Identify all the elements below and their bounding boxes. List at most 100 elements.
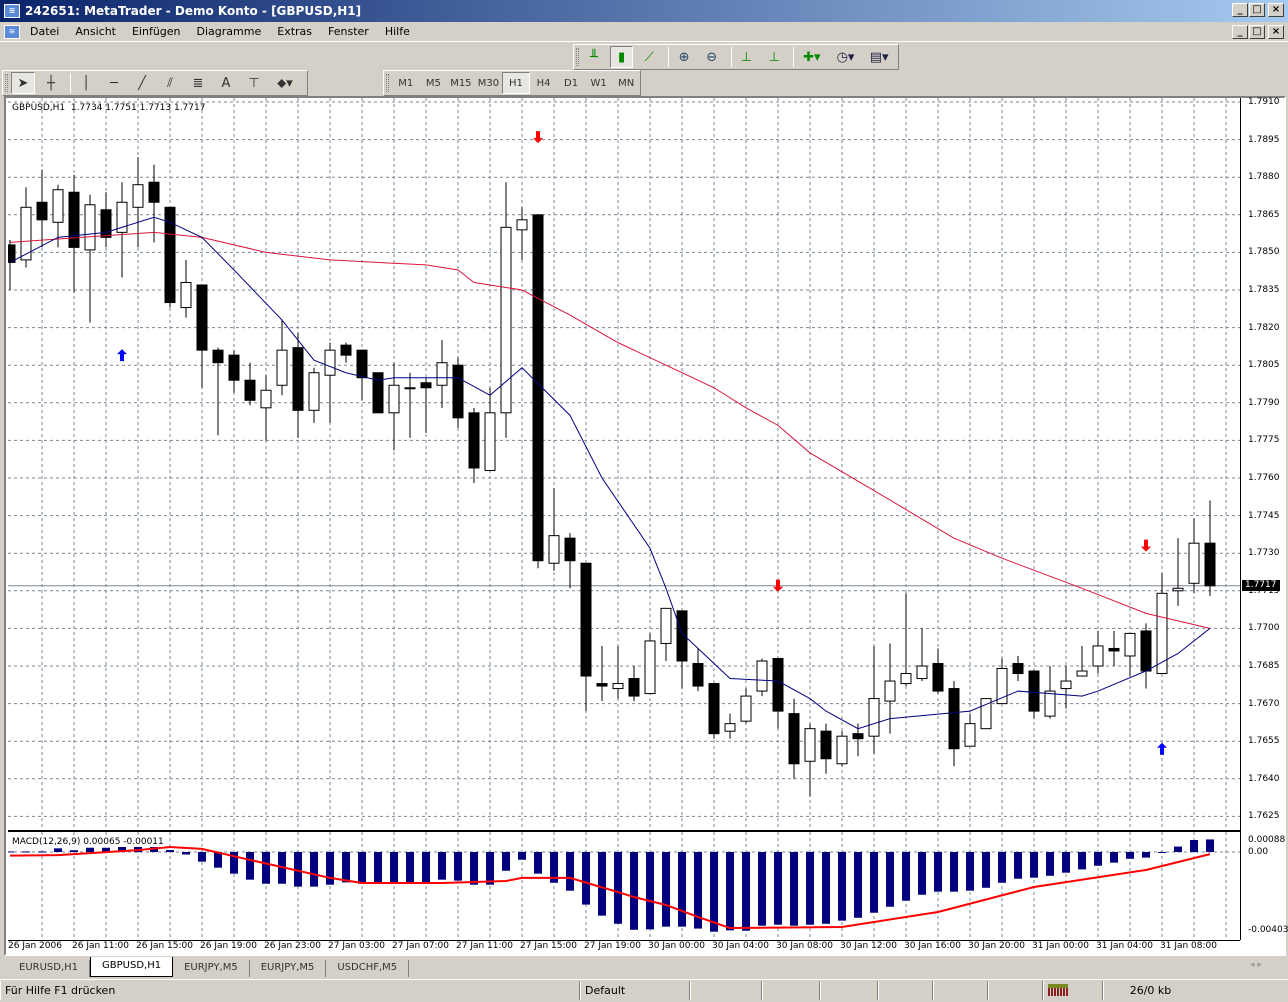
timeframe-m5[interactable]: M5 xyxy=(420,72,448,94)
horizontal-line-icon[interactable]: ─ xyxy=(102,72,126,94)
candle-bull xyxy=(1092,645,1104,667)
chart-symbol: GBPUSD,H1 xyxy=(12,103,66,113)
macd-histogram-bar xyxy=(854,852,862,918)
candle-bear xyxy=(196,284,208,351)
maximize-button[interactable]: □ xyxy=(1249,3,1265,17)
menu-hilfe[interactable]: Hilfe xyxy=(377,25,418,38)
candle-bull xyxy=(260,389,272,409)
timeframe-d1[interactable]: D1 xyxy=(557,72,585,94)
tab-eurjpy-m5[interactable]: EURJPY,M5 xyxy=(173,960,250,977)
macd-histogram-bar xyxy=(502,852,510,871)
candle-bull xyxy=(324,349,336,376)
tab-scroll-arrows[interactable]: ◂ ▸ xyxy=(1250,960,1262,970)
text-label-icon[interactable]: ⊤ xyxy=(242,72,266,94)
macd-chart[interactable] xyxy=(8,832,1240,940)
macd-histogram-bar xyxy=(86,847,94,852)
fibonacci-icon[interactable]: ≣ xyxy=(186,72,210,94)
candle-bull xyxy=(740,695,752,722)
charts-toolbar: ╨ ▮ ⟋ ⊕ ⊖ ⊥ ⊥ ✚▾ ◷▾ ▤▾ xyxy=(573,44,899,70)
macd-histogram-bar xyxy=(630,852,638,930)
candle-bull xyxy=(1076,670,1088,677)
cursor-icon[interactable]: ➤ xyxy=(11,72,35,94)
indicators-icon[interactable]: ✚▾ xyxy=(797,46,827,68)
menu-extras[interactable]: Extras xyxy=(269,25,320,38)
candle-bear xyxy=(372,372,384,414)
macd-histogram-bar xyxy=(662,852,670,927)
mdi-restore-button[interactable]: □ xyxy=(1249,25,1265,39)
tab-eurjpy-m5-2[interactable]: EURJPY,M5 xyxy=(250,960,327,977)
tab-gbpusd-h1[interactable]: GBPUSD,H1 xyxy=(90,957,174,977)
timeframe-h1[interactable]: H1 xyxy=(502,72,530,94)
vertical-line-icon[interactable]: │ xyxy=(74,72,98,94)
equidistant-channel-icon[interactable]: ⫽ xyxy=(158,72,182,94)
timeframe-w1[interactable]: W1 xyxy=(585,72,613,94)
macd-histogram-bar xyxy=(822,852,830,924)
timeframes-toolbar: M1 M5 M15 M30 H1 H4 D1 W1 MN xyxy=(383,70,641,96)
macd-histogram-bar xyxy=(582,852,590,905)
macd-histogram-bar xyxy=(678,852,686,927)
price-axis-label: 1.7880 xyxy=(1248,172,1280,183)
candle-bull xyxy=(52,189,64,223)
tab-eurusd-h1[interactable]: EURUSD,H1 xyxy=(8,960,91,977)
price-axis-label: 1.7730 xyxy=(1248,548,1280,559)
timeframe-m30[interactable]: M30 xyxy=(475,72,503,94)
candle-bear xyxy=(8,244,16,263)
price-chart[interactable] xyxy=(8,98,1240,830)
price-axis-label: 1.7670 xyxy=(1248,698,1280,709)
candle-bear xyxy=(532,214,544,562)
autoscroll-icon[interactable]: ⊥ xyxy=(762,46,786,68)
price-axis-label: 1.7790 xyxy=(1248,397,1280,408)
mdi-close-button[interactable]: × xyxy=(1268,25,1284,39)
timeframe-m1[interactable]: M1 xyxy=(392,72,420,94)
toolbar-grip[interactable] xyxy=(576,48,579,66)
time-axis-label: 31 Jan 04:00 xyxy=(1096,941,1153,951)
time-axis-label: 31 Jan 00:00 xyxy=(1032,941,1089,951)
menu-ansicht[interactable]: Ansicht xyxy=(67,25,124,38)
candle-bull xyxy=(1124,632,1136,657)
zoom-out-icon[interactable]: ⊖ xyxy=(700,46,724,68)
templates-icon[interactable]: ▤▾ xyxy=(864,46,894,68)
macd-histogram-bar xyxy=(742,852,750,931)
toolbar-grip[interactable] xyxy=(5,74,8,92)
text-icon[interactable]: A xyxy=(214,72,238,94)
menu-einfuegen[interactable]: Einfügen xyxy=(124,25,189,38)
macd-histogram-bar xyxy=(406,852,414,884)
candle-bear xyxy=(564,537,576,562)
separator xyxy=(793,47,795,67)
time-axis-label: 27 Jan 07:00 xyxy=(392,941,449,951)
periods-clock-icon[interactable]: ◷▾ xyxy=(831,46,861,68)
timeframe-m15[interactable]: M15 xyxy=(447,72,475,94)
timeframe-h4[interactable]: H4 xyxy=(530,72,558,94)
crosshair-icon[interactable]: ┼ xyxy=(39,72,63,94)
mdi-minimize-button[interactable]: _ xyxy=(1232,25,1248,39)
menu-fenster[interactable]: Fenster xyxy=(320,25,377,38)
menu-datei[interactable]: Datei xyxy=(22,25,67,38)
macd-histogram-bar xyxy=(518,852,526,860)
macd-histogram-bar xyxy=(182,852,190,855)
document-icon[interactable]: ≋ xyxy=(4,24,20,39)
zoom-in-icon[interactable]: ⊕ xyxy=(672,46,696,68)
chart-shift-icon[interactable]: ⊥ xyxy=(735,46,759,68)
candle-bear xyxy=(1140,630,1152,672)
price-axis-label: 1.7805 xyxy=(1248,360,1280,371)
macd-histogram-bar xyxy=(38,851,46,853)
arrows-dropdown-icon[interactable]: ⬥▾ xyxy=(270,72,300,94)
time-axis-label: 30 Jan 08:00 xyxy=(776,941,833,951)
minimize-button[interactable]: _ xyxy=(1232,3,1248,17)
price-axis-label: 1.7625 xyxy=(1248,811,1280,822)
line-chart-icon[interactable]: ⟋ xyxy=(637,46,661,68)
menu-diagramme[interactable]: Diagramme xyxy=(189,25,270,38)
candle-bear xyxy=(68,191,80,248)
macd-histogram-bar xyxy=(454,852,462,881)
close-button[interactable]: × xyxy=(1268,3,1284,17)
bar-chart-icon[interactable]: ╨ xyxy=(582,46,606,68)
macd-histogram-bar xyxy=(886,852,894,907)
price-axis-label: 1.7640 xyxy=(1248,773,1280,784)
tab-usdchf-m5[interactable]: USDCHF,M5 xyxy=(326,960,410,977)
timeframe-mn[interactable]: MN xyxy=(612,72,640,94)
candlestick-chart-icon[interactable]: ▮ xyxy=(609,46,634,68)
time-axis-label: 27 Jan 11:00 xyxy=(456,941,513,951)
toolbar-grip[interactable] xyxy=(386,74,389,92)
trendline-icon[interactable]: ╱ xyxy=(130,72,154,94)
pane-divider[interactable] xyxy=(8,830,1240,832)
